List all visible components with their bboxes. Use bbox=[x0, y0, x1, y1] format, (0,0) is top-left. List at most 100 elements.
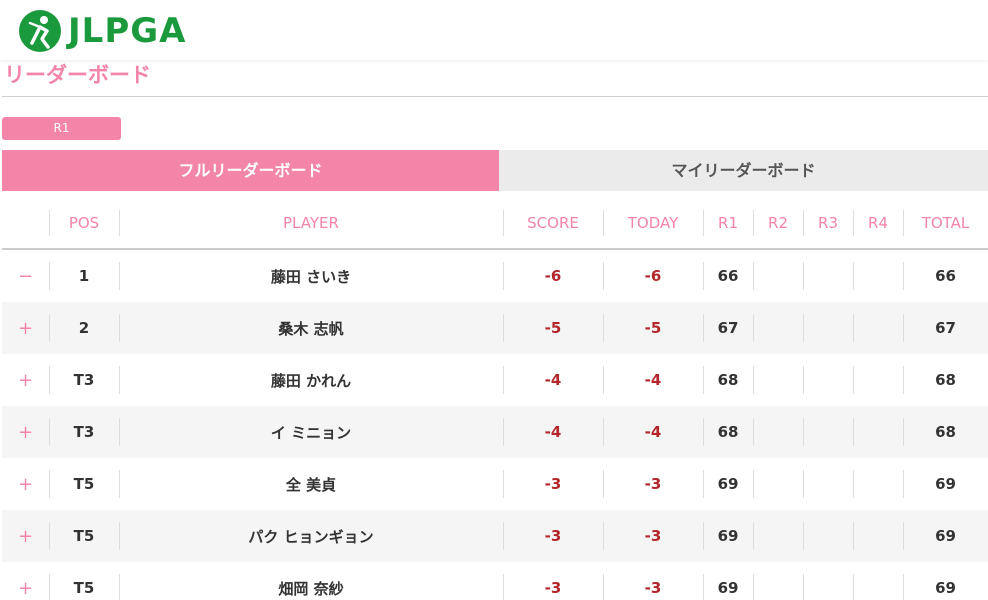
expand-toggle[interactable]: − bbox=[2, 250, 49, 302]
total-cell: 67 bbox=[903, 302, 988, 354]
player-name-link[interactable]: パク ヒョンギョン bbox=[119, 510, 503, 562]
score-cell: -3 bbox=[503, 562, 603, 600]
r3-column-header[interactable]: R3 bbox=[803, 198, 853, 248]
tab-my-leaderboard[interactable]: マイリーダーボード bbox=[499, 150, 988, 191]
total-cell: 68 bbox=[903, 406, 988, 458]
expand-toggle[interactable]: + bbox=[2, 562, 49, 600]
score-cell: -4 bbox=[503, 354, 603, 406]
r1-cell: 67 bbox=[703, 302, 753, 354]
r4-cell bbox=[853, 250, 903, 302]
r2-cell bbox=[753, 510, 803, 562]
pos-column-header[interactable]: POS bbox=[49, 198, 119, 248]
table-row: + T5 畑岡 奈紗 -3 -3 69 69 bbox=[2, 562, 988, 600]
position-cell: 1 bbox=[49, 250, 119, 302]
r2-cell bbox=[753, 458, 803, 510]
player-name-link[interactable]: 全 美貞 bbox=[119, 458, 503, 510]
r1-column-header[interactable]: R1 bbox=[703, 198, 753, 248]
today-cell: -3 bbox=[603, 562, 703, 600]
score-cell: -3 bbox=[503, 458, 603, 510]
score-column-header[interactable]: SCORE bbox=[503, 198, 603, 248]
r4-cell bbox=[853, 406, 903, 458]
today-cell: -4 bbox=[603, 354, 703, 406]
today-cell: -5 bbox=[603, 302, 703, 354]
total-column-header[interactable]: TOTAL bbox=[903, 198, 988, 248]
leaderboard-table: POS PLAYER SCORE TODAY R1 R2 R3 R4 TOTAL… bbox=[2, 198, 988, 600]
page-title: リーダーボード bbox=[4, 63, 151, 87]
expand-column-header bbox=[2, 198, 49, 248]
r1-cell: 68 bbox=[703, 354, 753, 406]
today-cell: -3 bbox=[603, 510, 703, 562]
r4-cell bbox=[853, 354, 903, 406]
leaderboard-tabs: フルリーダーボード マイリーダーボード bbox=[2, 150, 988, 191]
r2-cell bbox=[753, 354, 803, 406]
round-select[interactable]: R1 bbox=[2, 117, 121, 140]
r4-cell bbox=[853, 510, 903, 562]
total-cell: 69 bbox=[903, 510, 988, 562]
r3-cell bbox=[803, 510, 853, 562]
player-name-link[interactable]: イ ミニョン bbox=[119, 406, 503, 458]
position-cell: T5 bbox=[49, 510, 119, 562]
site-header: JLPGA bbox=[0, 0, 988, 60]
table-row: + T5 パク ヒョンギョン -3 -3 69 69 bbox=[2, 510, 988, 562]
r1-cell: 66 bbox=[703, 250, 753, 302]
r3-cell bbox=[803, 250, 853, 302]
position-cell: 2 bbox=[49, 302, 119, 354]
total-cell: 68 bbox=[903, 354, 988, 406]
expand-toggle[interactable]: + bbox=[2, 354, 49, 406]
r3-cell bbox=[803, 354, 853, 406]
leaderboard-rows: −1 藤田 さいき -6 -6 66 66 +2 桑木 志帆 -5 -5 67 67 + T3 藤田 かれん… bbox=[2, 250, 988, 600]
position-cell: T3 bbox=[49, 406, 119, 458]
r2-cell bbox=[753, 562, 803, 600]
score-cell: -5 bbox=[503, 302, 603, 354]
r3-cell bbox=[803, 562, 853, 600]
today-cell: -4 bbox=[603, 406, 703, 458]
r2-cell bbox=[753, 302, 803, 354]
r3-cell bbox=[803, 302, 853, 354]
player-name-link[interactable]: 藤田 さいき bbox=[119, 250, 503, 302]
score-cell: -4 bbox=[503, 406, 603, 458]
tab-full-leaderboard[interactable]: フルリーダーボード bbox=[2, 150, 499, 191]
total-cell: 69 bbox=[903, 562, 988, 600]
table-row: +2 桑木 志帆 -5 -5 67 67 bbox=[2, 302, 988, 354]
r3-cell bbox=[803, 406, 853, 458]
player-name-link[interactable]: 藤田 かれん bbox=[119, 354, 503, 406]
r4-cell bbox=[853, 458, 903, 510]
r2-column-header[interactable]: R2 bbox=[753, 198, 803, 248]
table-row: −1 藤田 さいき -6 -6 66 66 bbox=[2, 250, 988, 302]
r1-cell: 69 bbox=[703, 458, 753, 510]
today-column-header[interactable]: TODAY bbox=[603, 198, 703, 248]
total-cell: 66 bbox=[903, 250, 988, 302]
position-cell: T5 bbox=[49, 458, 119, 510]
r1-cell: 68 bbox=[703, 406, 753, 458]
r2-cell bbox=[753, 250, 803, 302]
r2-cell bbox=[753, 406, 803, 458]
player-column-header[interactable]: PLAYER bbox=[119, 198, 503, 248]
r1-cell: 69 bbox=[703, 562, 753, 600]
r1-cell: 69 bbox=[703, 510, 753, 562]
score-cell: -6 bbox=[503, 250, 603, 302]
total-cell: 69 bbox=[903, 458, 988, 510]
position-cell: T5 bbox=[49, 562, 119, 600]
player-name-link[interactable]: 桑木 志帆 bbox=[119, 302, 503, 354]
table-row: + T5 全 美貞 -3 -3 69 69 bbox=[2, 458, 988, 510]
expand-toggle[interactable]: + bbox=[2, 458, 49, 510]
title-divider bbox=[2, 96, 988, 97]
golfer-logo-icon bbox=[19, 10, 61, 52]
score-cell: -3 bbox=[503, 510, 603, 562]
position-cell: T3 bbox=[49, 354, 119, 406]
today-cell: -3 bbox=[603, 458, 703, 510]
logo-text: JLPGA bbox=[68, 11, 187, 51]
r3-cell bbox=[803, 458, 853, 510]
jlpga-logo[interactable]: JLPGA bbox=[18, 8, 186, 54]
expand-toggle[interactable]: + bbox=[2, 302, 49, 354]
table-row: + T3 藤田 かれん -4 -4 68 68 bbox=[2, 354, 988, 406]
r4-cell bbox=[853, 302, 903, 354]
today-cell: -6 bbox=[603, 250, 703, 302]
r4-cell bbox=[853, 562, 903, 600]
r4-column-header[interactable]: R4 bbox=[853, 198, 903, 248]
table-header-row: POS PLAYER SCORE TODAY R1 R2 R3 R4 TOTAL bbox=[2, 198, 988, 250]
expand-toggle[interactable]: + bbox=[2, 406, 49, 458]
player-name-link[interactable]: 畑岡 奈紗 bbox=[119, 562, 503, 600]
table-row: + T3 イ ミニョン -4 -4 68 68 bbox=[2, 406, 988, 458]
expand-toggle[interactable]: + bbox=[2, 510, 49, 562]
